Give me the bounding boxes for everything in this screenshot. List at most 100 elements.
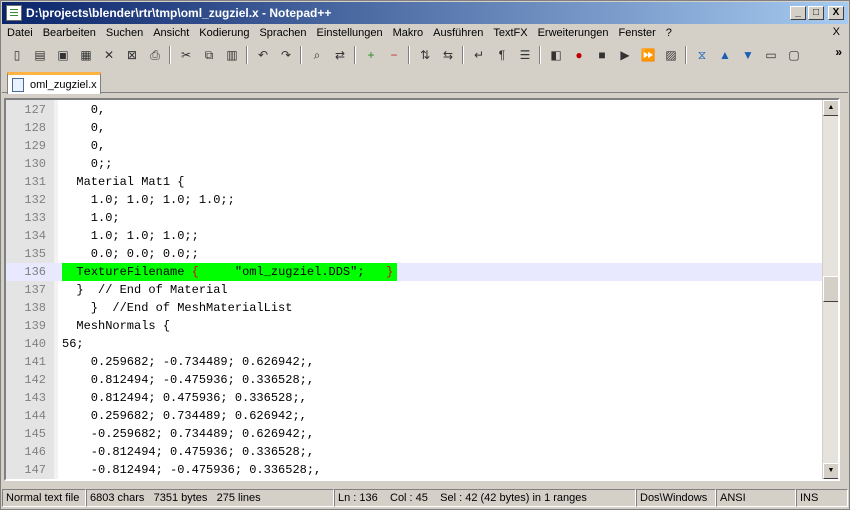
code-line[interactable]: 141 0.259682; -0.734489; 0.626942;,: [6, 353, 826, 371]
record-macro-icon[interactable]: ●: [570, 46, 588, 64]
code-line[interactable]: 130 0;;: [6, 155, 826, 173]
line-number: 146: [24, 445, 46, 459]
code-line[interactable]: 137 } // End of Material: [6, 281, 826, 299]
play-macro-icon[interactable]: ▶: [616, 46, 634, 64]
code-line[interactable]: 129 0,: [6, 137, 826, 155]
code-line[interactable]: 128 0,: [6, 119, 826, 137]
tab-oml-zugziel[interactable]: oml_zugziel.x: [7, 72, 101, 94]
scroll-down-icon[interactable]: ▼: [823, 463, 838, 479]
down-arrow-icon[interactable]: ▼: [739, 46, 757, 64]
code-line[interactable]: 142 0.812494; -0.475936; 0.336528;,: [6, 371, 826, 389]
toolbar-separator: [246, 46, 248, 64]
save-icon[interactable]: ▣: [54, 46, 72, 64]
vertical-scrollbar[interactable]: ▲ ▼: [822, 100, 838, 479]
text-editor[interactable]: 127 0, 128 0, 129 0, 130 0;; 131 Material Ma…: [4, 98, 840, 481]
stop-record-icon[interactable]: ■: [593, 46, 611, 64]
code-line[interactable]: 135 0.0; 0.0; 0.0;;: [6, 245, 826, 263]
code-line[interactable]: 138 } //End of MeshMaterialList: [6, 299, 826, 317]
console-icon[interactable]: ▢: [785, 46, 803, 64]
close-button[interactable]: X: [828, 6, 844, 20]
undo-icon[interactable]: ↶: [254, 46, 272, 64]
print-icon[interactable]: ⎙: [146, 46, 164, 64]
line-number: 134: [24, 229, 46, 243]
menu-item-suchen[interactable]: Suchen: [101, 27, 148, 39]
code-line[interactable]: 144 0.259682; 0.734489; 0.626942;,: [6, 407, 826, 425]
zoom-out-icon[interactable]: −: [385, 46, 403, 64]
play-multiple-icon[interactable]: ⏩: [639, 46, 657, 64]
toolbar-separator: [169, 46, 171, 64]
close-icon[interactable]: ✕: [100, 46, 118, 64]
code-line[interactable]: 133 1.0;: [6, 209, 826, 227]
find-icon[interactable]: ⌕: [308, 46, 326, 64]
replace-icon[interactable]: ⇄: [331, 46, 349, 64]
code-line[interactable]: 131 Material Mat1 {: [6, 173, 826, 191]
brace-highlight: {: [191, 265, 199, 279]
status-bytes: 7351 bytes: [153, 492, 208, 504]
menu-item-erweiterungen[interactable]: Erweiterungen: [533, 27, 614, 39]
code-line[interactable]: 146 -0.812494; 0.475936; 0.336528;,: [6, 443, 826, 461]
menu-item-ansicht[interactable]: Ansicht: [148, 27, 194, 39]
status-position: Ln : 136 Col : 45 Sel : 42 (42 bytes) in…: [334, 489, 636, 507]
toolbar-separator: [354, 46, 356, 64]
line-number: 142: [24, 373, 46, 387]
save-macro-icon[interactable]: ▨: [662, 46, 680, 64]
code-line[interactable]: 140 56;: [6, 335, 826, 353]
menu-item-makro[interactable]: Makro: [388, 27, 429, 39]
code-line[interactable]: 147 -0.812494; -0.475936; 0.336528;,: [6, 461, 826, 479]
menu-item-ausführen[interactable]: Ausführen: [428, 27, 488, 39]
line-number: 141: [24, 355, 46, 369]
menu-item-sprachen[interactable]: Sprachen: [254, 27, 311, 39]
title-bar[interactable]: D:\projects\blender\rtr\tmp\oml_zugziel.…: [2, 2, 848, 24]
menu-item-help[interactable]: ?: [661, 27, 677, 39]
user-language-icon[interactable]: ◧: [547, 46, 565, 64]
collapse-icon[interactable]: ⧖: [693, 46, 711, 64]
line-text: 1.0;: [62, 211, 120, 225]
brace-highlight: }: [386, 265, 394, 279]
toolbar-separator: [539, 46, 541, 64]
notepad-app-icon[interactable]: [6, 5, 22, 21]
cut-icon[interactable]: ✂: [177, 46, 195, 64]
scroll-up-icon[interactable]: ▲: [823, 100, 838, 116]
line-number: 128: [24, 121, 46, 135]
open-file-icon[interactable]: ▤: [31, 46, 49, 64]
show-all-chars-icon[interactable]: ¶: [493, 46, 511, 64]
sync-vertical-icon[interactable]: ⇅: [416, 46, 434, 64]
menu-item-kodierung[interactable]: Kodierung: [194, 27, 254, 39]
menu-item-fenster[interactable]: Fenster: [614, 27, 661, 39]
zoom-in-icon[interactable]: +: [362, 46, 380, 64]
menu-item-datei[interactable]: Datei: [2, 27, 38, 39]
indent-guide-icon[interactable]: ☰: [516, 46, 534, 64]
paste-icon[interactable]: ▥: [223, 46, 241, 64]
maximize-button[interactable]: □: [808, 6, 824, 20]
toolbar-overflow-button[interactable]: »: [835, 45, 842, 59]
code-line[interactable]: 139 MeshNormals {: [6, 317, 826, 335]
menu-item-einstellungen[interactable]: Einstellungen: [312, 27, 388, 39]
line-text: 0.259682; -0.734489; 0.626942;,: [62, 355, 315, 369]
menu-item-textfx[interactable]: TextFX: [488, 27, 532, 39]
word-wrap-icon[interactable]: ↵: [470, 46, 488, 64]
line-text: Material Mat1 {: [62, 175, 185, 189]
menu-item-bearbeiten[interactable]: Bearbeiten: [38, 27, 101, 39]
code-line[interactable]: 145 -0.259682; 0.734489; 0.626942;,: [6, 425, 826, 443]
new-file-icon[interactable]: ▯: [8, 46, 26, 64]
code-line[interactable]: 134 1.0; 1.0; 1.0;;: [6, 227, 826, 245]
status-lines: 275 lines: [216, 492, 261, 504]
scroll-thumb[interactable]: [823, 276, 838, 302]
code-line[interactable]: 143 0.812494; 0.475936; 0.336528;,: [6, 389, 826, 407]
up-arrow-icon[interactable]: ▲: [716, 46, 734, 64]
status-sel: Sel : 42 (42 bytes) in 1 ranges: [440, 492, 587, 504]
redo-icon[interactable]: ↷: [277, 46, 295, 64]
line-number: 133: [24, 211, 46, 225]
code-line[interactable]: 132 1.0; 1.0; 1.0; 1.0;;: [6, 191, 826, 209]
monitor-icon[interactable]: ▭: [762, 46, 780, 64]
current-line[interactable]: 136 TextureFilename { "oml_zugziel.DDS";…: [6, 263, 826, 281]
minimize-button[interactable]: _: [790, 6, 806, 20]
toolbar: ▯ ▤ ▣ ▦ ✕ ⊠ ⎙ ✂ ⧉ ▥ ↶ ↷ ⌕ ⇄ + − ⇅ ⇆ ↵ ¶ ☰ ◧ ● ■ ▶ ⏩ ▨ ⧖ ▲ ▼ ▭ ▢ »: [2, 42, 848, 68]
sync-horizontal-icon[interactable]: ⇆: [439, 46, 457, 64]
line-number: 136: [24, 265, 46, 279]
copy-icon[interactable]: ⧉: [200, 46, 218, 64]
save-all-icon[interactable]: ▦: [77, 46, 95, 64]
code-line[interactable]: 127 0,: [6, 101, 826, 119]
close-all-icon[interactable]: ⊠: [123, 46, 141, 64]
close-document-button[interactable]: X: [833, 26, 840, 38]
